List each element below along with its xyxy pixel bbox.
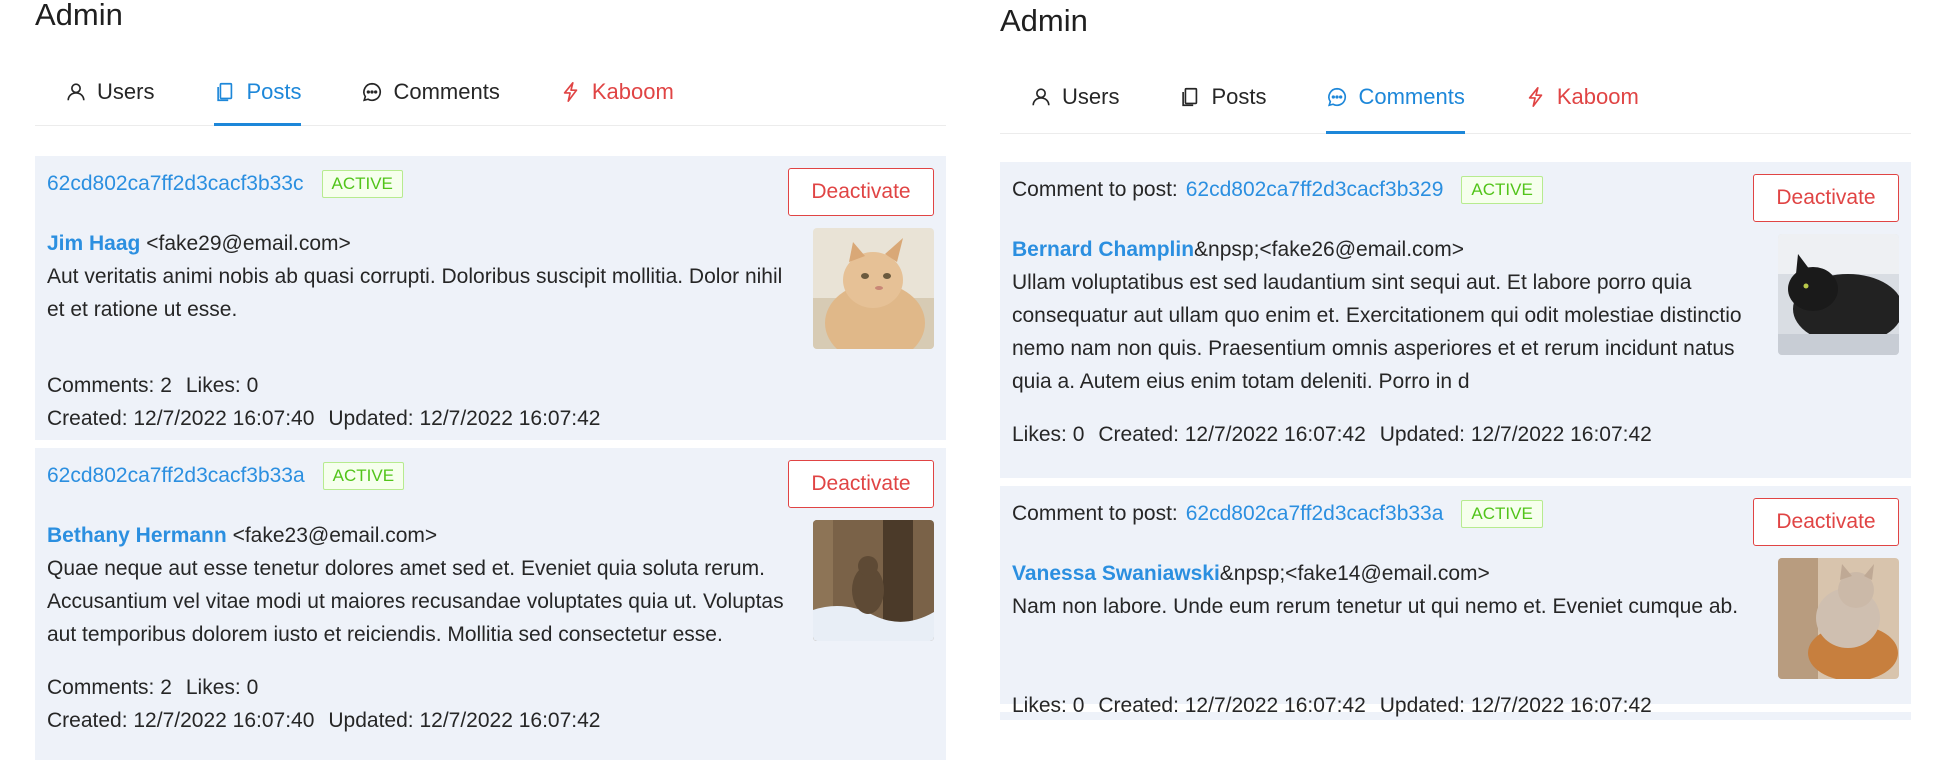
comment-content: Ullam voluptatibus est sed laudantium si…	[1012, 271, 1742, 393]
tab-label: Kaboom	[591, 78, 674, 104]
post-id-link[interactable]: 62cd802ca7ff2d3cacf3b33a	[47, 464, 305, 488]
post-text: Jim Haag <fake29@email.com> Aut veritati…	[47, 228, 813, 349]
tab-label: Kaboom	[1556, 83, 1639, 109]
created-time: Created: 12/7/2022 16:07:42	[1098, 694, 1366, 717]
status-badge: ACTIVE	[1461, 500, 1543, 528]
author-link[interactable]: Jim Haag	[47, 232, 140, 255]
created-time: Created: 12/7/2022 16:07:40	[47, 709, 315, 732]
author-link[interactable]: Vanessa Swaniawski	[1012, 562, 1220, 585]
comment-list: Comment to post: 62cd802ca7ff2d3cacf3b32…	[1000, 162, 1911, 720]
comment-meta: Likes: 0 Created: 12/7/2022 16:07:42 Updat…	[1012, 418, 1899, 451]
deactivate-button[interactable]: Deactivate	[1753, 174, 1899, 222]
post-body: Jim Haag <fake29@email.com> Aut veritati…	[47, 228, 934, 349]
likes-count: Likes: 0	[1012, 694, 1085, 717]
comment-prefix: Comment to post:	[1012, 178, 1178, 201]
post-image	[813, 228, 934, 349]
tab-kaboom[interactable]: Kaboom	[1525, 74, 1639, 133]
post-content: Quae neque aut esse tenetur dolores amet…	[47, 557, 784, 646]
lightning-icon	[560, 81, 582, 103]
posts-admin-panel: Admin Users Posts Comments Kaboom 62cd80…	[35, 0, 946, 760]
comment-text: Bernard Champlin&npsp;<fake26@email.com>…	[1012, 234, 1778, 398]
post-image	[813, 520, 934, 641]
author-email: &npsp;<fake26@email.com>	[1194, 238, 1464, 261]
tab-users[interactable]: Users	[65, 72, 154, 125]
comment-card: Comment to post: 62cd802ca7ff2d3cacf3b32…	[1000, 162, 1911, 478]
message-icon	[361, 81, 383, 103]
author-link[interactable]: Bernard Champlin	[1012, 238, 1194, 261]
tab-label: Posts	[246, 78, 302, 104]
updated-time: Updated: 12/7/2022 16:07:42	[328, 407, 601, 430]
user-icon	[65, 81, 87, 103]
comment-content: Nam non labore. Unde eum rerum tenetur u…	[1012, 595, 1739, 618]
likes-count: Likes: 0	[1012, 423, 1085, 446]
likes-count: Likes: 0	[185, 374, 259, 397]
page-title: Admin	[1000, 3, 1088, 38]
post-text: Bethany Hermann <fake23@email.com> Quae …	[47, 520, 813, 651]
updated-time: Updated: 12/7/2022 16:07:42	[1379, 423, 1652, 446]
author-line: Bernard Champlin&npsp;<fake26@email.com>	[1012, 234, 1764, 266]
page-title: Admin	[35, 0, 123, 32]
post-list: 62cd802ca7ff2d3cacf3b33c ACTIVE Deactiva…	[35, 156, 946, 760]
author-email: <fake23@email.com>	[232, 524, 438, 547]
deactivate-button[interactable]: Deactivate	[1753, 498, 1899, 546]
author-line: Vanessa Swaniawski&npsp;<fake14@email.co…	[1012, 558, 1764, 590]
admin-tabs: Users Posts Comments Kaboom	[35, 72, 946, 126]
copy-icon	[214, 81, 236, 103]
author-line: Bethany Hermann <fake23@email.com>	[47, 520, 799, 552]
tab-comments[interactable]: Comments	[361, 72, 500, 125]
comments-admin-panel: Admin Users Posts Comments Kaboom Commen…	[1000, 3, 1911, 720]
comment-image	[1778, 234, 1899, 355]
user-icon	[1030, 86, 1052, 108]
created-time: Created: 12/7/2022 16:07:40	[47, 407, 315, 430]
post-meta: Comments: 2 Likes: 0 Created: 12/7/2022 1…	[47, 671, 934, 737]
author-email: &npsp;<fake14@email.com>	[1219, 562, 1490, 585]
updated-time: Updated: 12/7/2022 16:07:42	[1379, 694, 1652, 717]
admin-tabs: Users Posts Comments Kaboom	[1000, 74, 1911, 134]
author-link[interactable]: Bethany Hermann	[47, 524, 227, 547]
post-content: Aut veritatis animi nobis ab quasi corru…	[47, 265, 783, 321]
message-icon	[1326, 86, 1348, 108]
tab-users[interactable]: Users	[1030, 74, 1119, 133]
post-card: 62cd802ca7ff2d3cacf3b33a ACTIVE Deactiva…	[35, 448, 946, 760]
copy-icon	[1179, 86, 1201, 108]
post-id-link[interactable]: 62cd802ca7ff2d3cacf3b329	[1186, 178, 1444, 202]
author-line: Jim Haag <fake29@email.com>	[47, 228, 799, 260]
tab-comments[interactable]: Comments	[1326, 74, 1466, 134]
post-body: Bethany Hermann <fake23@email.com> Quae …	[47, 520, 934, 651]
comment-meta: Likes: 0 Created: 12/7/2022 16:07:42 Updat…	[1012, 689, 1899, 722]
comment-body: Bernard Champlin&npsp;<fake26@email.com>…	[1012, 234, 1899, 398]
tab-label: Users	[1062, 83, 1120, 109]
updated-time: Updated: 12/7/2022 16:07:42	[328, 709, 601, 732]
post-card: 62cd802ca7ff2d3cacf3b33c ACTIVE Deactiva…	[35, 156, 946, 440]
comments-count: Comments: 2	[47, 676, 172, 699]
comment-text: Vanessa Swaniawski&npsp;<fake14@email.co…	[1012, 558, 1778, 679]
created-time: Created: 12/7/2022 16:07:42	[1098, 423, 1366, 446]
post-meta: Comments: 2 Likes: 0 Created: 12/7/2022 1…	[47, 369, 934, 435]
tab-label: Posts	[1211, 83, 1267, 109]
author-email: <fake29@email.com>	[146, 232, 351, 255]
tab-posts[interactable]: Posts	[1179, 74, 1266, 133]
lightning-icon	[1525, 86, 1547, 108]
likes-count: Likes: 0	[185, 676, 259, 699]
comment-card: Comment to post: 62cd802ca7ff2d3cacf3b33…	[1000, 486, 1911, 717]
tab-label: Comments	[393, 78, 500, 104]
deactivate-button[interactable]: Deactivate	[788, 460, 934, 508]
tab-posts[interactable]: Posts	[214, 72, 302, 126]
tab-kaboom[interactable]: Kaboom	[560, 72, 674, 125]
comments-count: Comments: 2	[47, 374, 172, 397]
post-id-link[interactable]: 62cd802ca7ff2d3cacf3b33a	[1186, 502, 1444, 526]
comment-image	[1778, 558, 1899, 679]
comment-body: Vanessa Swaniawski&npsp;<fake14@email.co…	[1012, 558, 1899, 679]
tab-label: Comments	[1358, 83, 1465, 109]
post-id-link[interactable]: 62cd802ca7ff2d3cacf3b33c	[47, 172, 304, 196]
deactivate-button[interactable]: Deactivate	[788, 168, 934, 216]
status-badge: ACTIVE	[1461, 176, 1543, 204]
comment-prefix: Comment to post:	[1012, 502, 1178, 525]
tab-label: Users	[97, 78, 155, 104]
status-badge: ACTIVE	[322, 462, 405, 490]
status-badge: ACTIVE	[321, 170, 403, 198]
